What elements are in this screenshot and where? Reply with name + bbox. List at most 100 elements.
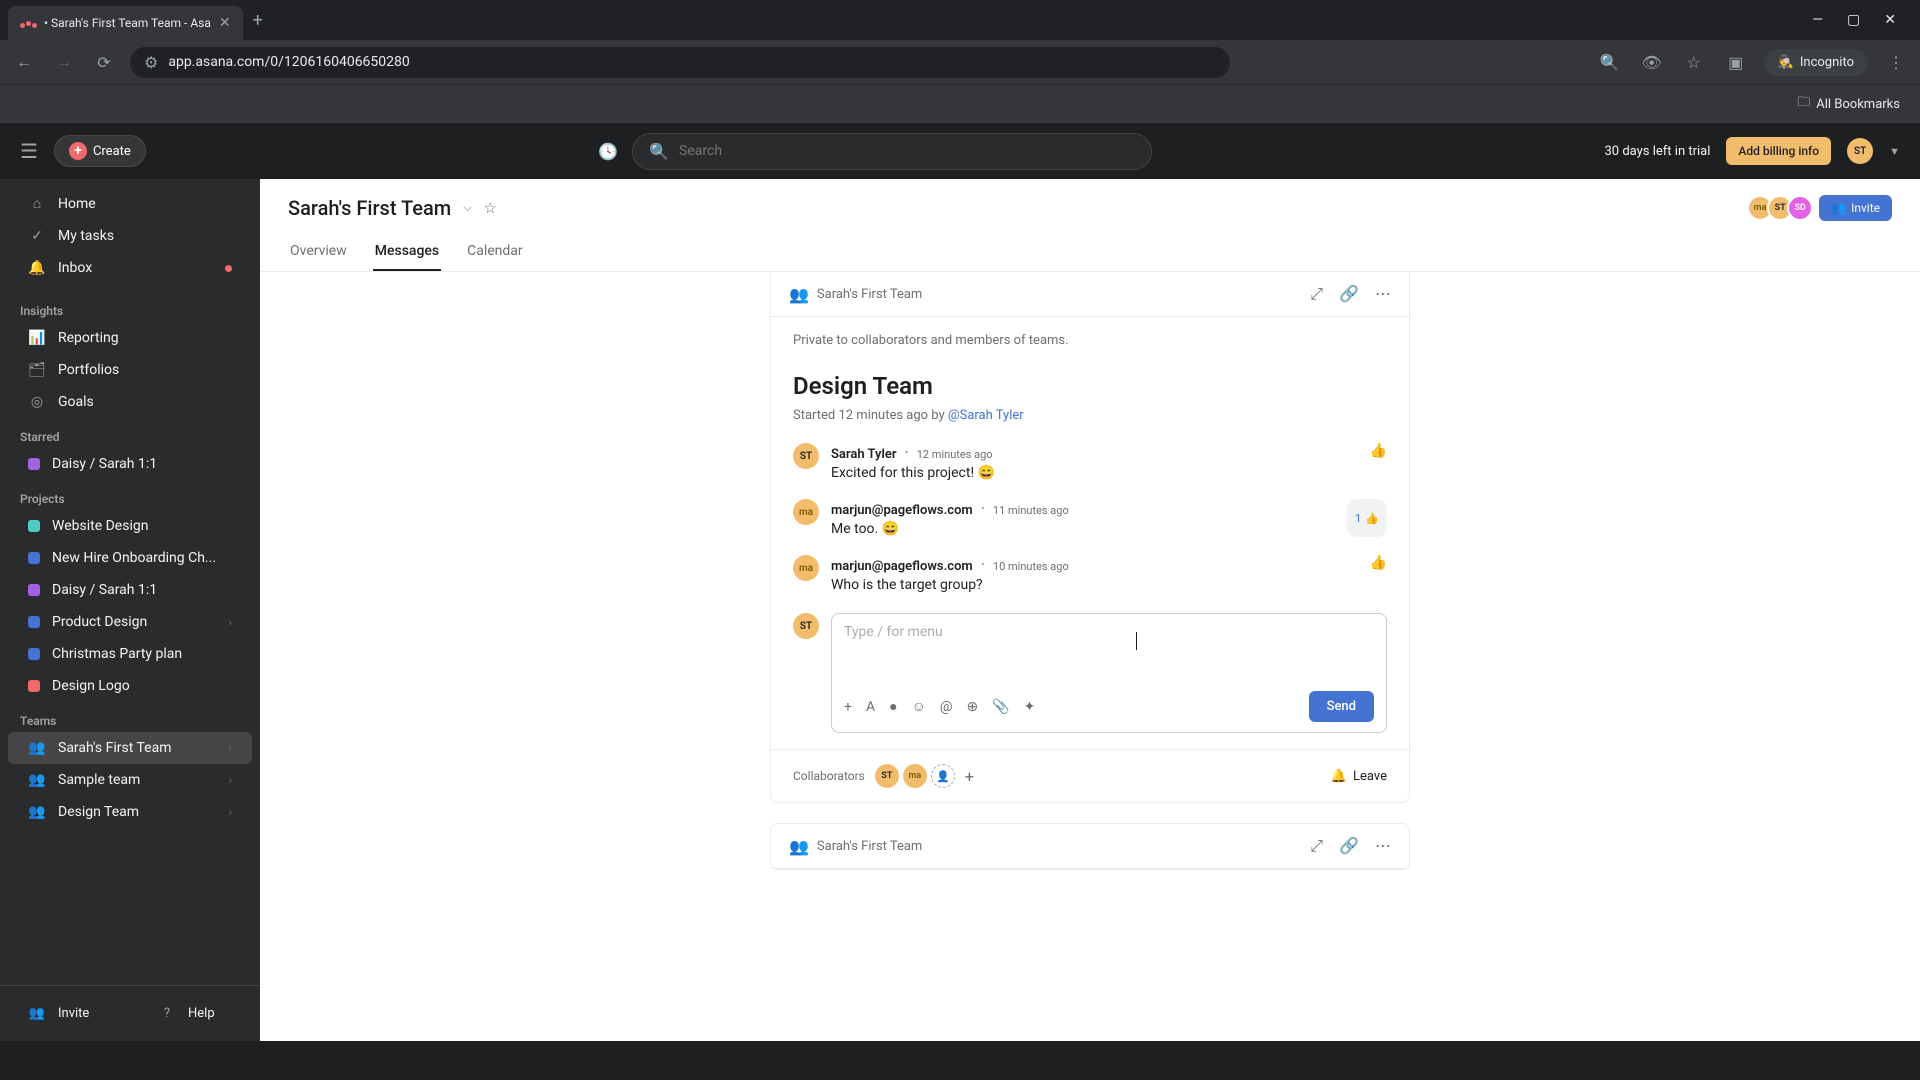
history-icon[interactable]: 🕓 [598,142,618,161]
star-icon[interactable]: ☆ [1680,48,1708,76]
like-count[interactable]: 1👍 [1347,499,1387,537]
leave-label: Leave [1353,769,1387,784]
more-icon[interactable]: ⋯ [1375,836,1391,856]
sidebar-starred-item[interactable]: Daisy / Sarah 1:1 [8,448,252,480]
collab-avatar[interactable]: ma [903,764,927,788]
link-icon[interactable]: 🔗 [1339,284,1359,304]
sidebar-project-item[interactable]: Daisy / Sarah 1:1 [8,574,252,606]
sidebar-team-item[interactable]: 👥Design Team› [8,796,252,828]
sidebar-label: Sample team [58,772,140,788]
emoji-icon[interactable]: ☺ [912,698,926,715]
site-settings-icon[interactable]: ⚙ [144,53,158,72]
chevron-down-icon[interactable]: ▼ [1889,145,1900,158]
mention-icon[interactable]: @ [940,699,953,715]
project-color-dot [28,680,40,692]
tabs: Overview Messages Calendar [288,233,1892,271]
text-format-icon[interactable]: A [866,699,875,715]
like-button[interactable]: 👍 [1370,443,1387,481]
tab-messages[interactable]: Messages [373,233,441,271]
panel-icon[interactable]: ▣ [1722,48,1750,76]
plus-icon: + [69,142,87,160]
folder-icon: 🗂 [28,362,46,378]
conversation-meta: Started 12 minutes ago by @Sarah Tyler [793,408,1387,423]
leave-button[interactable]: 🔔 Leave [1331,769,1387,784]
like-button[interactable]: 👍 [1370,555,1387,593]
search-input[interactable]: 🔍 [632,133,1152,170]
hamburger-icon[interactable]: ☰ [20,139,38,163]
sidebar-help[interactable]: ? Help [138,998,252,1029]
billing-button[interactable]: Add billing info [1726,137,1831,165]
chevron-right-icon: › [228,773,232,787]
sidebar-portfolios[interactable]: 🗂 Portfolios [8,354,252,386]
link-icon[interactable]: 🔗 [1339,836,1359,856]
search-field[interactable] [679,143,1135,159]
window-controls: — ▢ ✕ [1812,12,1912,28]
tab-calendar[interactable]: Calendar [465,233,525,271]
sidebar-invite[interactable]: 👥 Invite [8,998,122,1029]
chevron-down-icon[interactable]: ⌵ [463,201,471,215]
eye-off-icon[interactable]: 👁 [1638,48,1666,76]
task-icon[interactable]: ⊕ [966,699,978,715]
sidebar-my-tasks[interactable]: ✓ My tasks [8,220,252,252]
all-bookmarks-button[interactable]: 🗀 All Bookmarks [1797,93,1900,115]
member-avatar[interactable]: SD [1787,195,1813,221]
incognito-chip[interactable]: 🕵 Incognito [1764,49,1868,76]
comment-text: Me too. 😄 [831,521,1335,537]
minimize-icon[interactable]: — [1812,12,1823,28]
more-icon[interactable]: ⋯ [1375,284,1391,304]
sidebar-goals[interactable]: ◎ Goals [8,386,252,418]
send-button[interactable]: Send [1309,691,1374,722]
reply-input-container[interactable]: + A ● ☺ @ ⊕ 📎 ✦ Send [831,613,1387,733]
attachment-icon[interactable]: 📎 [992,699,1009,715]
incognito-label: Incognito [1800,55,1854,70]
plus-icon[interactable]: + [844,699,852,715]
project-color-dot [28,648,40,660]
reply-input[interactable] [844,624,1374,691]
reload-icon[interactable]: ⟳ [90,48,118,76]
add-collaborator-button[interactable]: + [965,767,974,786]
sidebar-reporting[interactable]: 📊 Reporting [8,322,252,354]
sidebar-team-item[interactable]: 👥Sample team› [8,764,252,796]
sidebar-team-item[interactable]: 👥Sarah's First Team› [8,732,252,764]
browser-tab-bar: • Sarah's First Team Team - Asa ✕ + — ▢ … [0,0,1920,40]
create-button[interactable]: + Create [54,135,146,167]
collab-avatar[interactable]: ST [875,764,899,788]
maximize-icon[interactable]: ▢ [1847,12,1860,28]
tab-overview[interactable]: Overview [288,233,349,271]
sidebar-project-item[interactable]: Website Design [8,510,252,542]
sidebar-inbox[interactable]: 🔔 Inbox [8,252,252,284]
sidebar-project-item[interactable]: New Hire Onboarding Ch... [8,542,252,574]
url-input[interactable]: ⚙ app.asana.com/0/1206160406650280 [130,47,1230,78]
trial-text: 30 days left in trial [1605,144,1711,159]
comment-time: 11 minutes ago [993,504,1069,517]
url-text: app.asana.com/0/1206160406650280 [168,54,409,70]
expand-icon[interactable]: ⤢ [1310,284,1323,304]
ai-icon[interactable]: ✦ [1024,699,1036,715]
close-tab-icon[interactable]: ✕ [219,15,231,31]
content-body: 👥 Sarah's First Team ⤢ 🔗 ⋯ Private to co… [260,272,1920,1041]
meta-author[interactable]: @Sarah Tyler [948,408,1024,423]
browser-tab[interactable]: • Sarah's First Team Team - Asa ✕ [8,6,243,40]
new-tab-button[interactable]: + [243,10,273,31]
star-icon[interactable]: ☆ [484,199,497,217]
record-icon[interactable]: ● [889,698,897,715]
close-window-icon[interactable]: ✕ [1884,12,1896,28]
sidebar-home[interactable]: ⌂ Home [8,187,252,220]
member-avatars[interactable]: maSTSD [1753,195,1813,221]
sidebar-project-item[interactable]: Product Design› [8,606,252,638]
expand-icon[interactable]: ⤢ [1310,836,1323,856]
search-icon[interactable]: 🔍 [1596,48,1624,76]
sidebar-project-item[interactable]: Christmas Party plan [8,638,252,670]
search-icon: 🔍 [649,142,669,161]
comment-time: 10 minutes ago [993,560,1069,573]
comment-author: marjun@pageflows.com [831,559,973,574]
menu-icon[interactable]: ⋮ [1882,48,1910,76]
forward-icon[interactable]: → [50,48,78,76]
invite-button[interactable]: 👥 Invite [1819,195,1892,221]
text-cursor [1136,632,1137,650]
empty-collab-slot[interactable]: 👤 [931,764,955,788]
user-avatar[interactable]: ST [1847,138,1873,164]
sidebar-project-item[interactable]: Design Logo [8,670,252,702]
comment-avatar: ma [793,555,819,581]
back-icon[interactable]: ← [10,48,38,76]
